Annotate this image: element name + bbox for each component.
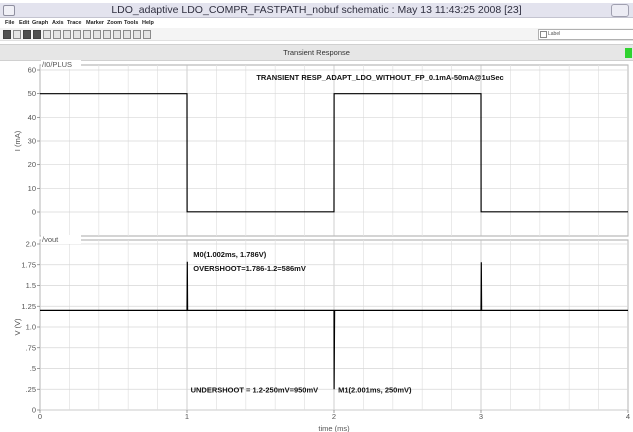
strip-voltage[interactable]: 2.0 1.75 1.5 1.25 1.0 .75 .5 .25 0 V (V) /vout 0 1 2 3… [13, 235, 630, 432]
y-tick-label: 60 [28, 66, 36, 75]
y-tick-label: 1.75 [21, 260, 36, 269]
x-axis-label: time (ms) [318, 424, 350, 432]
marker-annotation: OVERSHOOT=1.786-1.2=586mV [193, 264, 306, 273]
y-tick-label: .75 [26, 343, 36, 352]
x-tick-label: 1 [185, 412, 189, 421]
x-tick-label: 0 [38, 412, 42, 421]
y-tick-label: 40 [28, 113, 36, 122]
y-tick-label: 2.0 [26, 240, 36, 249]
y-tick-label: 0 [32, 208, 36, 217]
y-tick-label: 1.0 [26, 323, 36, 332]
y-tick-label: 1.25 [21, 302, 36, 311]
x-tick-label: 2 [332, 412, 336, 421]
y-tick-label: 1.5 [26, 281, 36, 290]
y-tick-label: .5 [30, 364, 36, 373]
plot-title: TRANSIENT RESP_ADAPT_LDO_WITHOUT_FP_0.1m… [256, 73, 503, 82]
trace-name-label: /I0/PLUS [42, 60, 72, 69]
x-tick-label: 3 [479, 412, 483, 421]
y-axis-label: V (V) [13, 318, 22, 336]
y-tick-label: 30 [28, 137, 36, 146]
strip-current[interactable]: 60 50 40 30 20 10 0 I (mA) /I0/PLUS TRANSIENT RES… [13, 60, 629, 237]
y-tick-label: 10 [28, 184, 36, 193]
y-tick-label: 20 [28, 160, 36, 169]
marker-annotation: M1(2.001ms, 250mV) [338, 385, 412, 394]
x-tick-label: 4 [626, 412, 630, 421]
marker-annotation: UNDERSHOOT = 1.2-250mV=950mV [191, 385, 319, 394]
y-tick-label: .25 [26, 385, 36, 394]
trace-name-label: /vout [42, 235, 59, 244]
marker-annotation: M0(1.002ms, 1.786V) [193, 250, 266, 259]
y-tick-label: 50 [28, 89, 36, 98]
y-axis-label: I (mA) [13, 130, 22, 151]
waveform-plot[interactable]: 6050403020100I (mA)/I0/PLUSTRANSIENT RES… [0, 0, 633, 432]
y-tick-label: 0 [32, 406, 36, 415]
